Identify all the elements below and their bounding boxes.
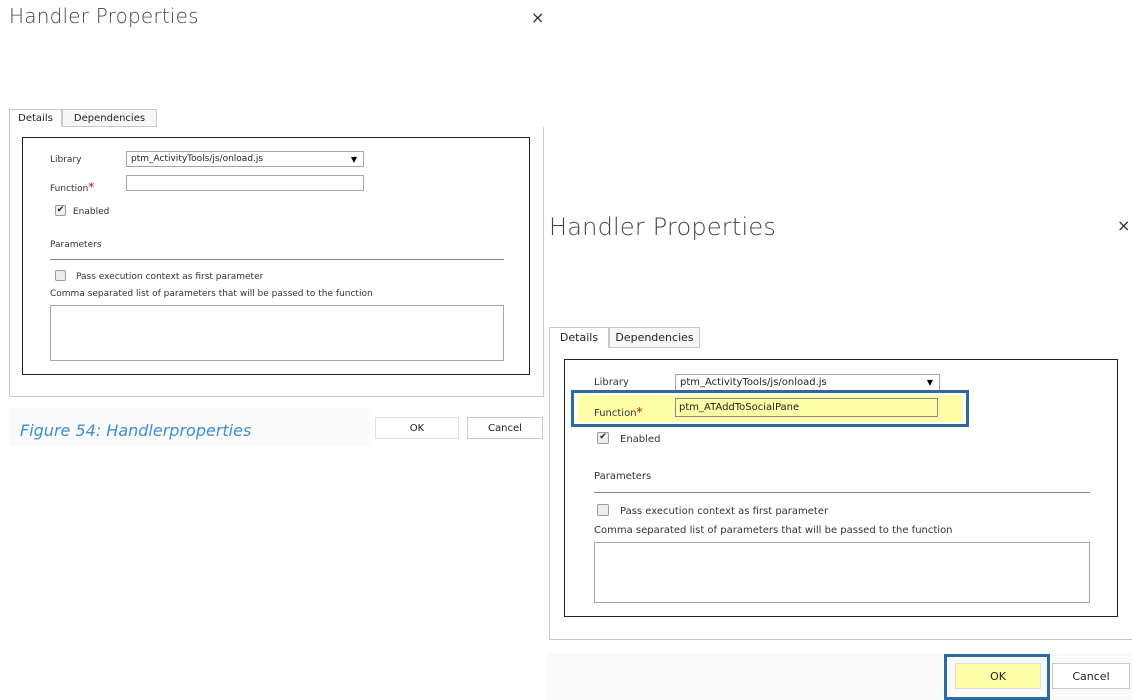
tab-strip: Details Dependencies (9, 109, 544, 128)
cancel-button[interactable]: Cancel (467, 417, 543, 439)
pass-context-checkbox[interactable] (597, 504, 609, 516)
params-description: Comma separated list of parameters that … (50, 289, 373, 299)
parameters-heading: Parameters (50, 240, 102, 250)
enabled-label: Enabled (620, 434, 661, 445)
params-textarea[interactable] (50, 305, 504, 361)
tab-details[interactable]: Details (9, 109, 62, 127)
pass-context-checkbox[interactable] (55, 270, 66, 281)
enabled-checkbox[interactable]: ✔ (597, 432, 609, 444)
library-label: Library (50, 155, 82, 165)
required-mark: * (88, 180, 95, 194)
enabled-label: Enabled (73, 207, 110, 217)
close-icon[interactable]: × (1117, 216, 1130, 235)
required-mark: * (636, 405, 643, 419)
tab-dependencies[interactable]: Dependencies (62, 109, 157, 127)
function-label: Function* (50, 180, 94, 194)
chevron-down-icon: ▼ (926, 378, 933, 387)
function-label-text: Function (50, 184, 89, 194)
library-value: ptm_ActivityTools/js/onload.js (131, 154, 264, 164)
divider (594, 492, 1090, 493)
tab-strip: Details Dependencies (549, 327, 1132, 349)
close-icon[interactable]: × (531, 8, 544, 27)
tab-dependencies[interactable]: Dependencies (609, 327, 700, 348)
cancel-button[interactable]: Cancel (1052, 663, 1130, 689)
library-value: ptm_ActivityTools/js/onload.js (680, 377, 827, 388)
enabled-checkbox[interactable]: ✔ (55, 205, 66, 216)
chevron-down-icon: ▼ (350, 154, 357, 164)
library-label: Library (594, 377, 629, 388)
parameters-heading: Parameters (594, 471, 652, 482)
pass-context-label: Pass execution context as first paramete… (76, 272, 264, 282)
pass-context-label: Pass execution context as first paramete… (620, 506, 829, 517)
tab-details[interactable]: Details (549, 327, 609, 348)
function-input[interactable] (126, 175, 364, 191)
ok-button[interactable]: OK (955, 663, 1041, 689)
function-input[interactable]: ptm_ATAddToSocialPane (675, 398, 938, 417)
library-select[interactable]: ptm_ActivityTools/js/onload.js ▼ (126, 151, 364, 167)
function-label-text: Function (594, 408, 637, 419)
dialog-title: Handler Properties (9, 4, 199, 28)
function-label: Function* (594, 405, 643, 419)
divider (50, 259, 504, 260)
figure-caption: Figure 54: Handlerproperties (20, 421, 252, 440)
params-description: Comma separated list of parameters that … (594, 525, 953, 536)
params-textarea[interactable] (594, 542, 1090, 603)
library-select[interactable]: ptm_ActivityTools/js/onload.js ▼ (675, 374, 940, 391)
dialog-title: Handler Properties (549, 213, 777, 241)
ok-button[interactable]: OK (375, 417, 459, 439)
